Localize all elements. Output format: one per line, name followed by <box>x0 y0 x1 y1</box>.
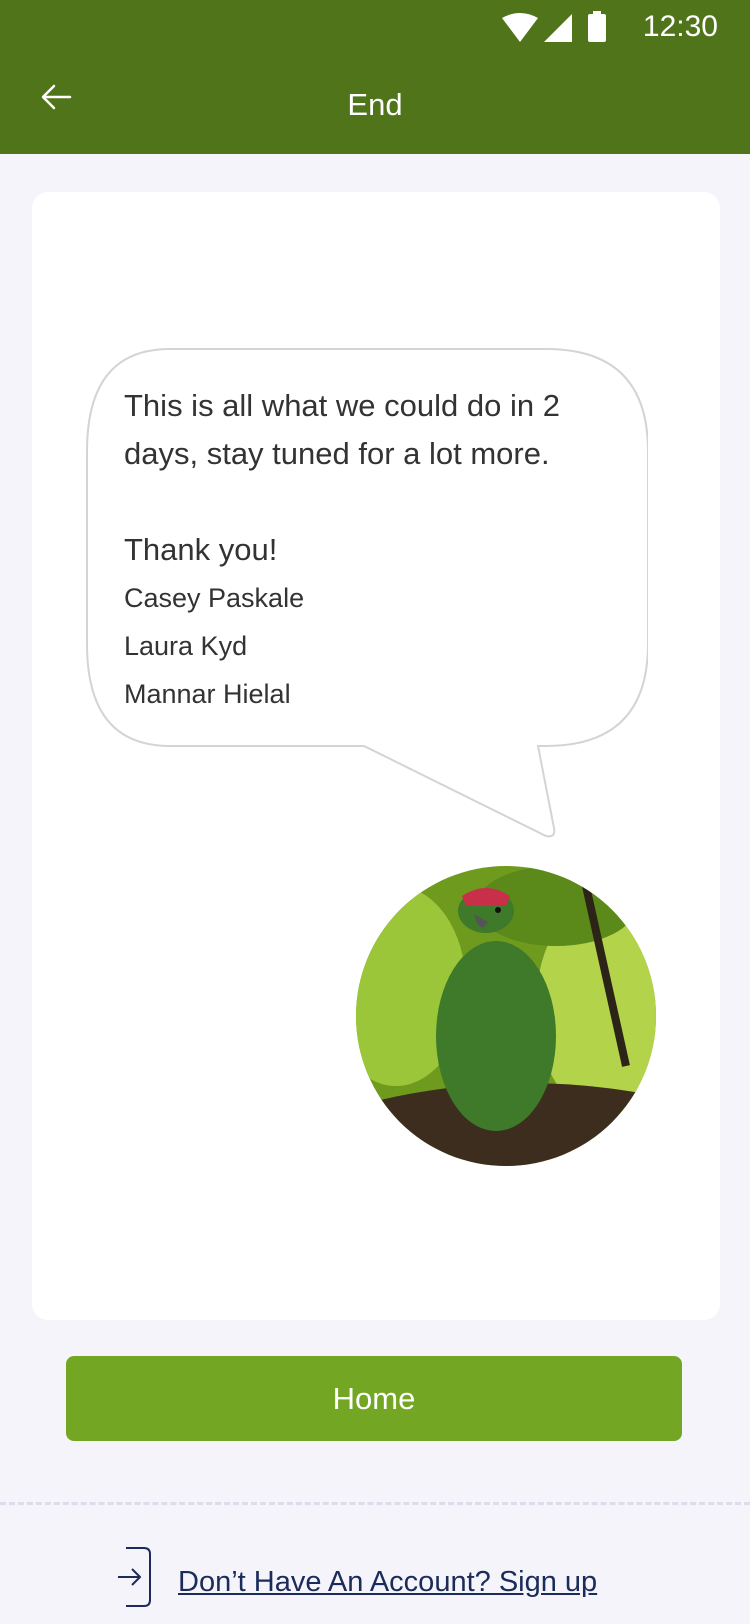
author-name: Casey Paskale <box>124 583 305 613</box>
thanks-text: Thank you! <box>124 532 278 567</box>
app-bar: 12:30 End <box>0 0 750 154</box>
page-title: End <box>347 87 403 122</box>
message-text: This is all what we could do in 2 days, … <box>124 382 644 718</box>
author-name: Laura Kyd <box>124 631 248 661</box>
sign-in-icon <box>118 1547 151 1607</box>
footer-divider <box>0 1502 750 1505</box>
parrot-avatar <box>356 866 656 1166</box>
battery-icon <box>588 11 606 42</box>
status-icons <box>502 11 606 42</box>
parrot-image <box>356 866 656 1166</box>
signup-link[interactable]: Don’t Have An Account? Sign up <box>178 1566 597 1599</box>
home-button[interactable]: Home <box>66 1356 682 1441</box>
signal-icon <box>544 14 572 42</box>
status-time: 12:30 <box>642 10 718 43</box>
message-line-2: days, stay tuned for a lot more. <box>124 436 550 471</box>
message-line-1: This is all what we could do in 2 <box>124 388 560 423</box>
wifi-icon <box>502 13 538 42</box>
author-name: Mannar Hielal <box>124 679 291 709</box>
